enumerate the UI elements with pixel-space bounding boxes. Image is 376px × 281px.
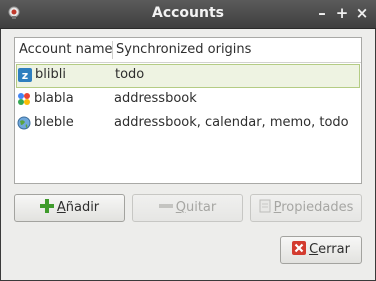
- close-window-button[interactable]: ×: [352, 3, 372, 23]
- close-button[interactable]: Cerrar: [280, 236, 362, 264]
- table-row[interactable]: blabla addressbook: [15, 88, 361, 112]
- add-button[interactable]: Añadir: [14, 194, 125, 222]
- accounts-window: Accounts – + × Account name Synchronized…: [0, 0, 376, 281]
- globe-icon: [17, 116, 31, 130]
- table-row[interactable]: bleble addressbook, calendar, memo, todo: [15, 112, 361, 136]
- maximize-button[interactable]: +: [332, 3, 352, 23]
- account-origins: addressbook: [114, 91, 197, 106]
- remove-button[interactable]: Quitar: [132, 194, 243, 222]
- titlebar[interactable]: Accounts – + ×: [0, 0, 376, 29]
- remove-button-label: uitar: [185, 200, 217, 215]
- properties-button-label: ropiedades: [281, 200, 354, 215]
- account-origins: todo: [115, 67, 145, 82]
- account-origins: addressbook, calendar, memo, todo: [114, 115, 349, 130]
- properties-icon: [259, 199, 271, 213]
- properties-button[interactable]: Propiedades: [250, 194, 362, 222]
- column-header-account-name[interactable]: Account name: [19, 42, 113, 57]
- table-row[interactable]: z blibli todo: [16, 64, 360, 88]
- remove-button-mnemonic: Q: [175, 200, 186, 215]
- list-header: Account name Synchronized origins: [15, 38, 361, 63]
- add-button-label: ñadir: [65, 200, 100, 215]
- close-button-label: errar: [318, 242, 350, 257]
- column-separator[interactable]: [112, 41, 113, 59]
- minimize-button[interactable]: –: [312, 3, 332, 23]
- accounts-list[interactable]: Account name Synchronized origins z blib…: [14, 37, 362, 184]
- add-button-mnemonic: A: [56, 200, 66, 215]
- minus-icon: [158, 204, 173, 208]
- google-icon: [18, 93, 30, 105]
- close-icon: [292, 241, 307, 255]
- column-header-synchronized-origins[interactable]: Synchronized origins: [116, 42, 251, 57]
- account-name: bleble: [34, 115, 74, 130]
- account-name: blibli: [35, 67, 66, 82]
- plus-icon: [39, 199, 54, 213]
- zimbra-icon: z: [18, 68, 32, 82]
- account-name: blabla: [34, 91, 74, 106]
- svg-text:z: z: [22, 69, 28, 82]
- close-button-mnemonic: C: [309, 242, 319, 257]
